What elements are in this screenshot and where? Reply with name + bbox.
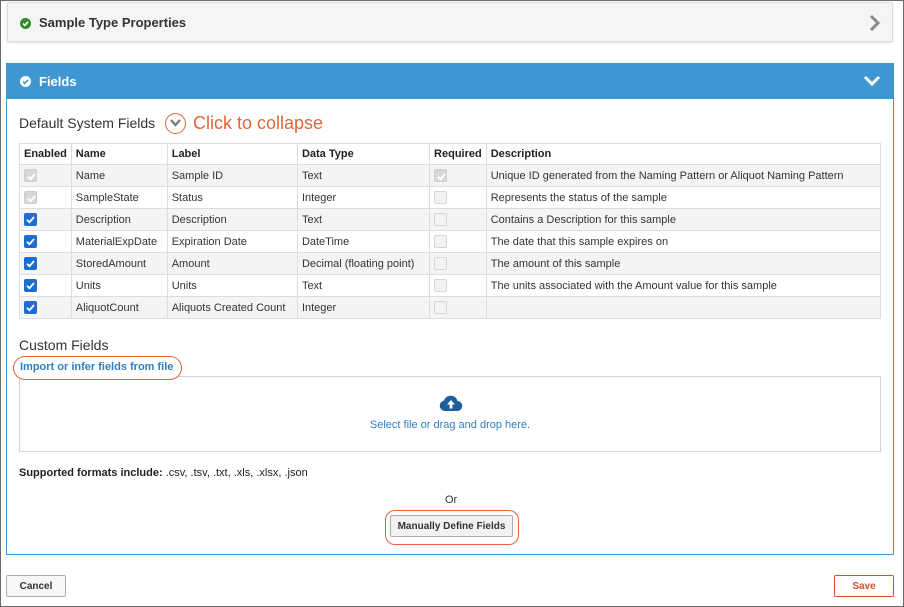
check-circle-icon <box>20 18 31 29</box>
system-fields-table: Enabled Name Label Data Type Required De… <box>19 143 882 319</box>
table-row: SampleState Status Integer Represents the s… <box>19 186 882 209</box>
data-type-cell: Integer <box>296 296 431 319</box>
table-row: Name Sample ID Text Unique ID generated fro… <box>19 164 882 187</box>
description-cell: Contains a Description for this sample <box>485 208 882 231</box>
cloud-upload-icon <box>439 395 463 412</box>
table-row: Units Units Text The units associated with … <box>19 274 882 297</box>
save-button[interactable]: Save <box>834 575 894 597</box>
required-cell <box>429 208 487 231</box>
required-cell <box>429 274 487 297</box>
name-cell: Description <box>70 208 168 231</box>
enabled-checkbox[interactable] <box>24 279 37 292</box>
enabled-cell <box>19 252 72 275</box>
manually-define-fields-button[interactable]: Manually Define Fields <box>390 515 513 537</box>
fields-panel-header[interactable]: Fields <box>7 64 893 99</box>
name-cell: StoredAmount <box>70 252 168 275</box>
chevron-down-icon[interactable] <box>863 74 881 88</box>
required-checkbox[interactable] <box>434 191 448 204</box>
dropzone-text[interactable]: Select file or drag and drop here. <box>20 419 880 431</box>
column-header: Required <box>429 143 487 165</box>
enabled-checkbox[interactable] <box>24 235 37 248</box>
table-row: MaterialExpDate Expiration Date DateTime Th… <box>19 230 882 253</box>
required-checkbox[interactable] <box>434 235 448 248</box>
system-fields-title: Default System Fields <box>19 115 156 131</box>
required-checkbox[interactable] <box>434 301 448 314</box>
required-cell <box>429 296 487 319</box>
description-cell: The units associated with the Amount val… <box>485 274 882 297</box>
table-row: Description Description Text Contains a Des… <box>19 208 882 231</box>
data-type-cell: DateTime <box>296 230 431 253</box>
label-cell: Status <box>166 186 298 209</box>
description-cell: Represents the status of the sample <box>485 186 882 209</box>
import-fields-link[interactable]: Import or infer fields from file <box>13 356 182 380</box>
label-cell: Description <box>166 208 298 231</box>
table-row: AliquotCount Aliquots Created Count Intege… <box>19 296 882 319</box>
collapse-toggle-button[interactable] <box>165 113 186 134</box>
panel-title: Fields <box>39 74 77 89</box>
table-header-row: Enabled Name Label Data Type Required De… <box>19 143 882 165</box>
panel-title: Sample Type Properties <box>39 15 187 30</box>
check-circle-icon <box>20 76 31 87</box>
required-cell <box>429 186 487 209</box>
column-header: Label <box>166 143 298 165</box>
custom-fields-title: Custom Fields <box>19 337 109 353</box>
name-cell: SampleState <box>70 186 168 209</box>
label-cell: Sample ID <box>166 164 298 187</box>
column-header: Enabled <box>19 143 72 165</box>
enabled-checkbox[interactable] <box>24 257 37 270</box>
required-checkbox[interactable] <box>434 257 448 270</box>
formats-list: .csv, .tsv, .txt, .xls, .xlsx, .json <box>165 467 308 479</box>
enabled-cell <box>19 274 72 297</box>
chevron-right-icon[interactable] <box>868 14 882 32</box>
enabled-checkbox[interactable] <box>24 301 37 314</box>
enabled-cell <box>19 230 72 253</box>
enabled-cell <box>19 186 72 209</box>
column-header: Description <box>485 143 882 165</box>
enabled-cell <box>19 296 72 319</box>
sample-type-properties-panel[interactable]: Sample Type Properties <box>7 2 893 42</box>
enabled-cell <box>19 164 72 187</box>
enabled-cell <box>19 208 72 231</box>
collapse-annotation: Click to collapse <box>193 113 324 133</box>
column-header: Name <box>70 143 168 165</box>
or-separator: Or <box>445 494 458 506</box>
label-cell: Aliquots Created Count <box>166 296 298 319</box>
name-cell: AliquotCount <box>70 296 168 319</box>
formats-label: Supported formats include: <box>19 467 163 479</box>
fields-panel: Fields Default System Fields Click to co… <box>6 63 894 555</box>
chevron-down-icon <box>170 119 181 127</box>
name-cell: Units <box>70 274 168 297</box>
table-row: StoredAmount Amount Decimal (floating poin… <box>19 252 882 275</box>
data-type-cell: Text <box>296 164 431 187</box>
required-checkbox[interactable] <box>434 279 448 292</box>
label-cell: Units <box>166 274 298 297</box>
data-type-cell: Integer <box>296 186 431 209</box>
column-header: Data Type <box>296 143 431 165</box>
file-dropzone[interactable]: Select file or drag and drop here. <box>19 376 881 452</box>
required-cell <box>429 230 487 253</box>
description-cell <box>485 296 882 319</box>
label-cell: Expiration Date <box>166 230 298 253</box>
enabled-checkbox <box>24 191 37 204</box>
required-checkbox <box>434 169 448 182</box>
required-cell <box>429 252 487 275</box>
required-cell <box>429 164 487 187</box>
description-cell: The amount of this sample <box>485 252 882 275</box>
enabled-checkbox[interactable] <box>24 213 37 226</box>
name-cell: MaterialExpDate <box>70 230 168 253</box>
required-checkbox[interactable] <box>434 213 448 226</box>
name-cell: Name <box>70 164 168 187</box>
cancel-button[interactable]: Cancel <box>6 575 66 597</box>
data-type-cell: Decimal (floating point) <box>296 252 431 275</box>
data-type-cell: Text <box>296 208 431 231</box>
description-cell: The date that this sample expires on <box>485 230 882 253</box>
description-cell: Unique ID generated from the Naming Patt… <box>485 164 882 187</box>
enabled-checkbox <box>24 169 37 182</box>
supported-formats: Supported formats include: .csv, .tsv, .… <box>19 467 308 479</box>
data-type-cell: Text <box>296 274 431 297</box>
label-cell: Amount <box>166 252 298 275</box>
